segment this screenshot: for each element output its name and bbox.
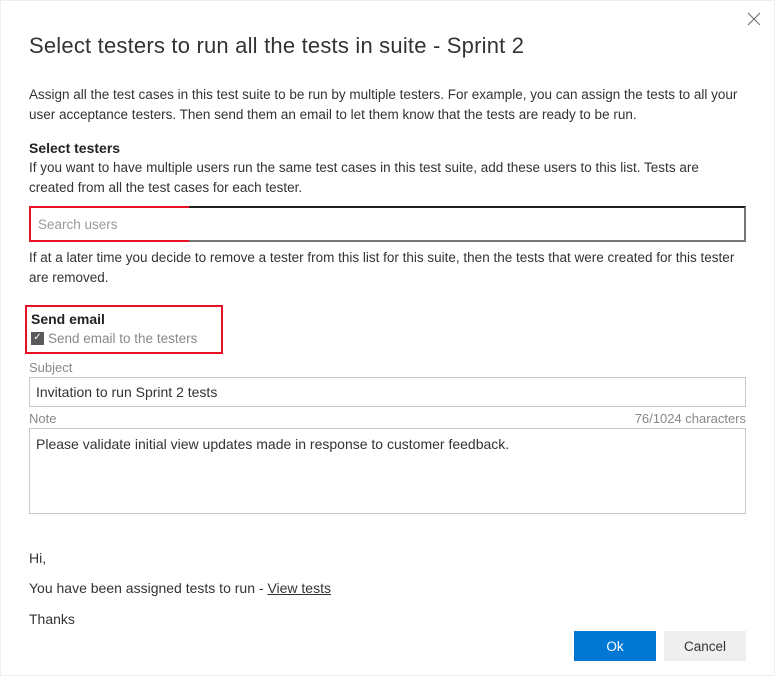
ok-button[interactable]: Ok [574,631,656,661]
intro-text: Assign all the test cases in this test s… [29,85,746,126]
send-email-checkbox[interactable]: ✓ [31,332,44,345]
note-counter: 76/1024 characters [635,411,746,426]
email-preview: Hi, You have been assigned tests to run … [29,543,746,637]
send-email-checkbox-label: Send email to the testers [48,331,197,346]
dialog-title: Select testers to run all the tests in s… [1,1,774,59]
note-label: Note [29,411,56,426]
search-users-input[interactable] [32,209,188,239]
remove-tester-note: If at a later time you decide to remove … [29,248,746,289]
select-testers-heading: Select testers [29,140,746,156]
dialog-footer: Ok Cancel [574,631,746,661]
send-email-highlight: Send email ✓ Send email to the testers [25,305,223,354]
subject-label: Subject [29,360,746,375]
note-textarea[interactable] [29,428,746,514]
select-testers-desc: If you want to have multiple users run t… [29,158,746,199]
cancel-button[interactable]: Cancel [664,631,746,661]
search-users-input-ext[interactable] [189,206,746,242]
subject-input[interactable] [29,377,746,407]
close-icon[interactable] [746,11,762,27]
search-highlight [29,206,191,242]
send-email-heading: Send email [31,311,215,327]
view-tests-link[interactable]: View tests [267,580,331,596]
preview-body: You have been assigned tests to run - [29,580,267,596]
preview-greeting: Hi, [29,543,746,574]
